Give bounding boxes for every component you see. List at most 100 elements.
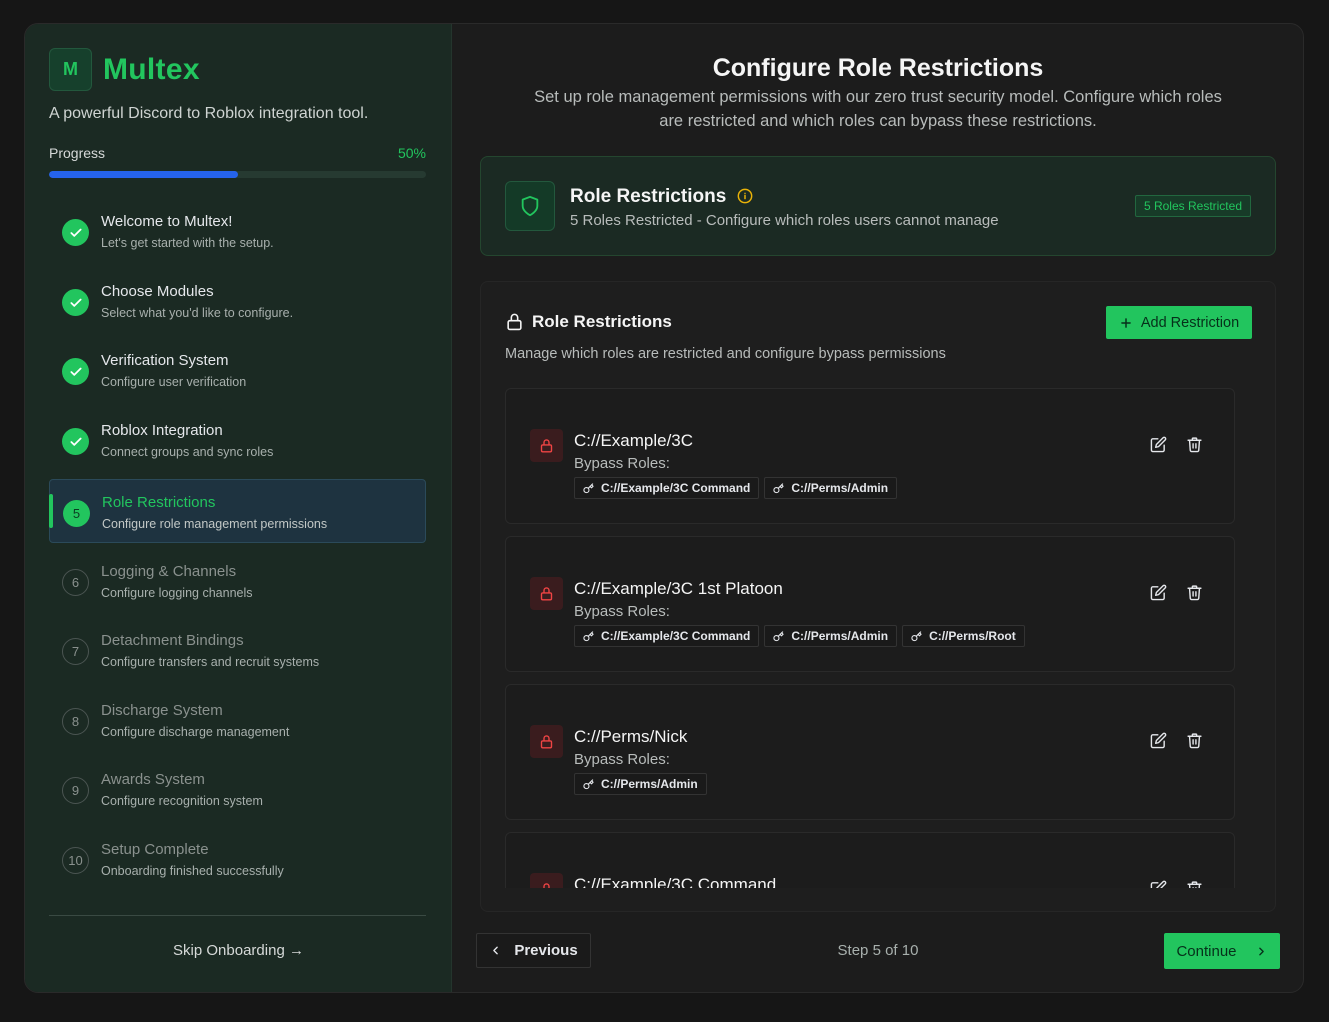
progress-percent: 50%: [397, 145, 426, 161]
step-number: 6: [62, 569, 89, 596]
restriction-name: C://Example/3C 1st Platoon: [574, 579, 783, 598]
brand: M Multex: [49, 48, 200, 91]
trash-icon[interactable]: [1186, 436, 1203, 453]
lock-icon: [507, 313, 522, 331]
step-title: Welcome to Multex!: [101, 213, 233, 230]
restriction-name: C://Perms/Nick: [574, 727, 688, 746]
progress-fill: [49, 171, 238, 178]
step-title: Choose Modules: [101, 283, 214, 300]
step-item[interactable]: 10 Setup Complete Onboarding finished succ…: [49, 827, 426, 891]
key-icon: [583, 630, 594, 642]
step-number: 8: [62, 708, 89, 735]
sidebar-divider: [49, 915, 426, 916]
summary-title: Role Restrictions: [570, 186, 727, 207]
trash-icon[interactable]: [1186, 732, 1203, 749]
bypass-role-tags: C://Example/3C Command C://Perms/Admin: [574, 477, 898, 499]
sidebar: M Multex A powerful Discord to Roblox in…: [25, 24, 452, 992]
panel-title: Role Restrictions: [532, 312, 672, 331]
page-title: Configure Role Restrictions: [712, 54, 1044, 82]
lock-icon: [530, 577, 563, 610]
logo: M: [49, 48, 92, 91]
step-number: 5: [63, 500, 90, 527]
logo-letter: M: [63, 59, 78, 79]
step-item[interactable]: Roblox Integration Connect groups and syn…: [49, 408, 426, 472]
restriction-card: C://Example/3C Command: [505, 832, 1235, 888]
step-subtitle: Select what you'd like to configure.: [101, 306, 294, 320]
edit-icon[interactable]: [1150, 436, 1167, 453]
tagline: A powerful Discord to Roblox integration…: [49, 105, 369, 122]
step-item[interactable]: Choose Modules Select what you'd like to …: [49, 269, 426, 333]
bypass-role-tag: C://Perms/Admin: [764, 477, 898, 499]
bypass-role-name: C://Example/3C Command: [601, 481, 751, 495]
restriction-name: C://Example/3C Command: [574, 875, 777, 888]
bypass-role-tag: C://Perms/Admin: [764, 625, 898, 647]
add-restriction-button[interactable]: Add Restriction: [1106, 306, 1252, 339]
edit-icon[interactable]: [1150, 732, 1167, 749]
key-icon: [773, 630, 785, 642]
key-icon: [583, 778, 594, 790]
restriction-card: C://Example/3C Bypass Roles: C://Example/3…: [505, 388, 1235, 524]
trash-icon[interactable]: [1186, 584, 1203, 601]
step-subtitle: Configure logging channels: [101, 586, 253, 600]
skip-onboarding-link[interactable]: Skip Onboarding →: [25, 942, 452, 959]
key-icon: [583, 482, 594, 494]
bypass-roles-label: Bypass Roles:: [574, 751, 670, 768]
step-title: Verification System: [101, 352, 229, 369]
step-item[interactable]: 7 Detachment Bindings Configure transfers …: [49, 618, 426, 682]
step-number: 10: [62, 847, 89, 874]
check-icon: [62, 219, 89, 246]
add-restriction-label: Add Restriction: [1140, 314, 1240, 331]
progress-label: Progress: [49, 145, 106, 161]
info-icon[interactable]: [737, 188, 753, 204]
status-badge: 5 Roles Restricted: [1134, 195, 1251, 217]
step-subtitle: Configure recognition system: [101, 794, 263, 808]
step-item[interactable]: Welcome to Multex! Let's get started with…: [49, 199, 426, 263]
bypass-role-tag: C://Example/3C Command: [574, 625, 760, 647]
lock-icon: [530, 725, 563, 758]
check-icon: [62, 358, 89, 385]
restriction-name: C://Example/3C: [574, 431, 694, 450]
onboarding-window: M Multex A powerful Discord to Roblox in…: [24, 23, 1304, 993]
bypass-role-name: C://Perms/Admin: [791, 629, 889, 643]
bypass-role-tags: C://Example/3C Command C://Perms/Admin C:/…: [574, 625, 1025, 647]
restriction-list[interactable]: C://Example/3C Bypass Roles: C://Example/3…: [505, 388, 1236, 888]
bypass-role-name: C://Perms/Admin: [601, 777, 698, 791]
summary-subtitle: 5 Roles Restricted - Configure which rol…: [570, 212, 999, 229]
edit-icon[interactable]: [1150, 880, 1167, 888]
lock-icon: [530, 873, 563, 888]
bypass-role-name: C://Example/3C Command: [601, 629, 751, 643]
key-icon: [911, 630, 922, 642]
step-subtitle: Configure user verification: [101, 375, 247, 389]
step-title: Role Restrictions: [102, 494, 216, 511]
bypass-role-name: C://Perms/Admin: [791, 481, 889, 495]
bypass-role-name: C://Perms/Root: [929, 629, 1016, 643]
restriction-card: C://Example/3C 1st Platoon Bypass Roles: C…: [505, 536, 1235, 672]
chevron-right-icon: [1258, 947, 1264, 955]
continue-button[interactable]: Continue: [1164, 933, 1280, 969]
step-title: Detachment Bindings: [101, 632, 244, 649]
restrictions-panel: Role Restrictions Manage which roles are…: [480, 281, 1276, 912]
step-number: 7: [62, 638, 89, 665]
trash-icon[interactable]: [1186, 880, 1203, 888]
edit-icon[interactable]: [1150, 584, 1167, 601]
step-title: Setup Complete: [101, 841, 209, 858]
step-item[interactable]: 6 Logging & Channels Configure logging cha…: [49, 549, 426, 613]
continue-label: Continue: [1176, 942, 1237, 960]
bypass-roles-label: Bypass Roles:: [574, 603, 670, 620]
step-item[interactable]: 9 Awards System Configure recognition syst…: [49, 757, 426, 821]
step-subtitle: Connect groups and sync roles: [101, 445, 274, 459]
restriction-card: C://Perms/Nick Bypass Roles: C://Perms/Adm…: [505, 684, 1235, 820]
page-description: Set up role management permissions with …: [534, 88, 1222, 130]
main-content: Configure Role Restrictions Set up role …: [452, 24, 1303, 992]
check-icon: [62, 428, 89, 455]
step-subtitle: Configure role management permissions: [102, 517, 328, 531]
progress-bar: [49, 171, 426, 178]
bypass-roles-label: Bypass Roles:: [574, 455, 670, 472]
brand-name: Multex: [103, 52, 200, 86]
key-icon: [773, 482, 785, 494]
step-subtitle: Configure discharge management: [101, 725, 290, 739]
step-item[interactable]: 5 Role Restrictions Configure role managem…: [49, 479, 426, 543]
step-item[interactable]: Verification System Configure user verifi…: [49, 338, 426, 402]
summary-card: Role Restrictions 5 Roles Restricted - C…: [480, 156, 1276, 256]
step-item[interactable]: 8 Discharge System Configure discharge man…: [49, 688, 426, 752]
